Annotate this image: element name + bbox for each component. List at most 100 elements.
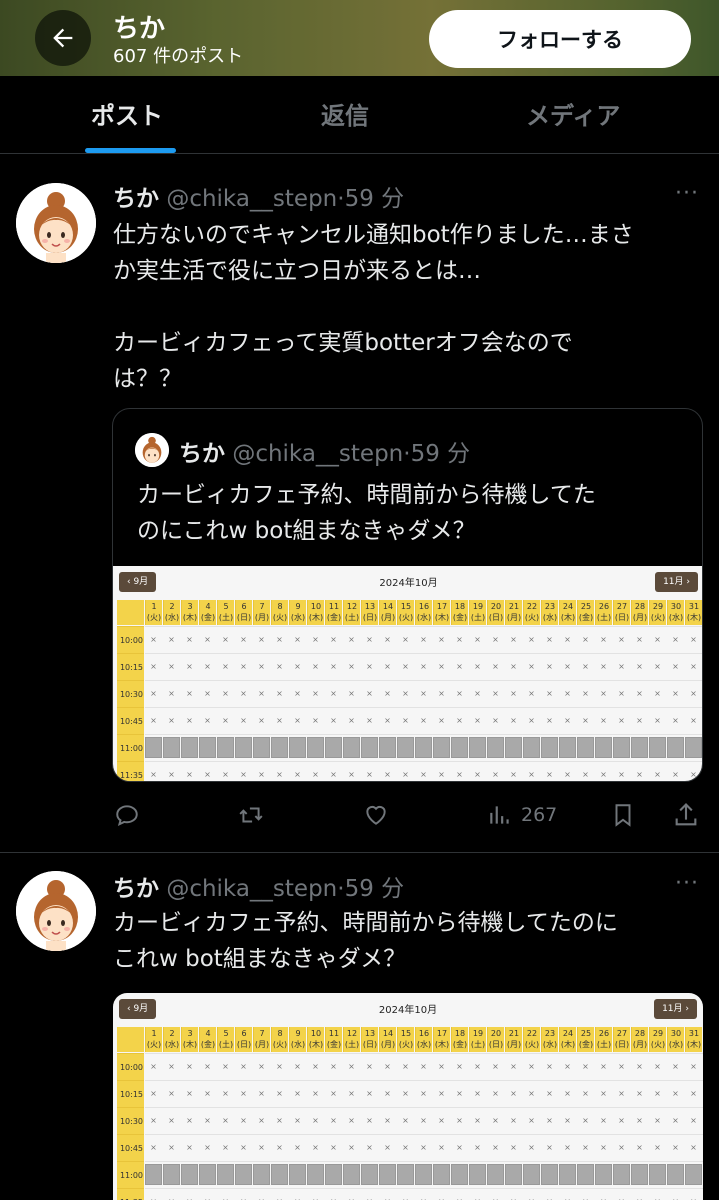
slot-cell: × — [654, 689, 661, 698]
slot-cell: × — [384, 716, 391, 725]
slot-cell: × — [420, 716, 427, 725]
row-divider — [145, 734, 702, 735]
slot-cell: × — [672, 716, 679, 725]
day-header: 17 (木) — [433, 600, 450, 625]
post-2[interactable]: ちか @chika__stepn·59 分 ··· カービィカフェ予約、時間前か… — [0, 853, 719, 1200]
unavailable-slot — [271, 737, 288, 758]
slot-cell: × — [330, 1062, 337, 1071]
slot-cell: × — [546, 770, 553, 779]
unavailable-slot — [235, 1164, 252, 1185]
slot-cell: × — [564, 1089, 571, 1098]
slot-cell: × — [654, 662, 661, 671]
views-button[interactable]: 267 — [487, 795, 557, 835]
slot-cell: × — [456, 1062, 463, 1071]
time-label: 10:30 — [117, 1107, 144, 1134]
like-button[interactable] — [362, 795, 390, 835]
post-1[interactable]: ちか @chika__stepn·59 分 ··· 仕方ないのでキャンセル通知b… — [0, 155, 719, 852]
share-button[interactable] — [672, 795, 700, 835]
slot-cell: × — [294, 1089, 301, 1098]
slot-cell: × — [690, 662, 697, 671]
unavailable-slot — [505, 1164, 522, 1185]
avatar[interactable] — [16, 871, 96, 951]
slot-cell: × — [510, 770, 517, 779]
time-label: 10:45 — [117, 707, 144, 734]
slot-cell: × — [474, 1143, 481, 1152]
slot-cell: × — [294, 635, 301, 644]
row-divider — [145, 1053, 703, 1054]
quoted-meta: ちか @chika__stepn·59 分 — [179, 434, 470, 468]
slot-cell: × — [528, 662, 535, 671]
tab-posts[interactable]: ポスト — [91, 96, 163, 131]
slot-cell: × — [276, 770, 283, 779]
author-name[interactable]: ちか — [113, 876, 159, 902]
back-button[interactable] — [35, 10, 91, 66]
slot-cell: × — [240, 1089, 247, 1098]
slot-cell: × — [510, 716, 517, 725]
unavailable-slot — [397, 1164, 414, 1185]
slot-cell: × — [492, 716, 499, 725]
unavailable-slot — [667, 1164, 684, 1185]
slot-cell: × — [618, 770, 625, 779]
unavailable-slot — [361, 1164, 378, 1185]
unavailable-slot — [325, 737, 342, 758]
follow-button[interactable]: フォローする — [429, 10, 691, 68]
slot-cell: × — [582, 689, 589, 698]
slot-cell: × — [397, 1188, 414, 1200]
slot-cell: × — [528, 689, 535, 698]
slot-cell: × — [235, 1188, 252, 1200]
next-month-button[interactable]: 11月 › — [655, 572, 698, 592]
slot-cell: × — [294, 716, 301, 725]
slot-cell: × — [294, 1143, 301, 1152]
post-count: 607 件のポスト — [113, 46, 244, 67]
unavailable-slot — [289, 737, 306, 758]
unavailable-slot — [163, 737, 180, 758]
time-label: 11:00 — [117, 734, 144, 761]
slot-cell: × — [204, 716, 211, 725]
bookmark-button[interactable] — [610, 795, 636, 835]
slot-cell: × — [487, 1188, 504, 1200]
slot-cell: × — [451, 1188, 468, 1200]
slot-cell: × — [690, 1089, 697, 1098]
avatar[interactable] — [16, 183, 96, 263]
unavailable-slot — [685, 737, 702, 758]
reservation-calendar-image[interactable]: ‹ 9月 2024年10月 11月 › 1 (火) 2 (水) 3 (木) 4 (金) 5 (… — [113, 566, 702, 781]
slot-cell: × — [150, 689, 157, 698]
avatar-image — [135, 433, 169, 467]
author-handle[interactable]: @chika__stepn — [166, 186, 337, 212]
reply-button[interactable] — [114, 795, 140, 835]
day-header: 3 (木) — [181, 1027, 198, 1052]
slot-cell: × — [492, 1062, 499, 1071]
slot-cell: × — [541, 1188, 558, 1200]
slot-cell: × — [204, 689, 211, 698]
slot-cell: × — [402, 770, 409, 779]
more-options-icon[interactable]: ··· — [675, 871, 699, 896]
post-time[interactable]: 59 分 — [345, 186, 405, 212]
tab-media[interactable]: メディア — [526, 96, 620, 131]
slot-cell: × — [276, 635, 283, 644]
slot-cell: × — [613, 1188, 630, 1200]
slot-cell: × — [168, 1089, 175, 1098]
tab-replies[interactable]: 返信 — [321, 96, 369, 131]
author-handle[interactable]: @chika__stepn — [166, 876, 337, 902]
unavailable-slot — [163, 1164, 180, 1185]
slot-cell: × — [438, 716, 445, 725]
quoted-post[interactable]: ちか @chika__stepn·59 分 カービィカフェ予約、時間前から待機し… — [112, 408, 703, 782]
time-label: 10:00 — [117, 626, 144, 653]
author-name[interactable]: ちか — [113, 186, 159, 212]
profile-tabs: ポスト 返信 メディア — [0, 76, 719, 154]
avatar-image — [16, 183, 96, 263]
more-options-icon[interactable]: ··· — [675, 181, 699, 206]
reservation-calendar-image[interactable]: ‹ 9月 2024年10月 11月 › 1 (火) 2 (水) 3 (木) 4 (金) 5 (… — [113, 993, 703, 1200]
slot-cell: × — [258, 662, 265, 671]
slot-cell: × — [204, 1089, 211, 1098]
slot-cell: × — [240, 770, 247, 779]
slot-cell: × — [348, 1062, 355, 1071]
repost-button[interactable] — [236, 795, 266, 835]
post-time[interactable]: 59 分 — [345, 876, 405, 902]
day-header: 11 (金) — [325, 600, 342, 625]
slot-cell: × — [618, 716, 625, 725]
day-header: 4 (金) — [199, 1027, 216, 1052]
day-header: 27 (日) — [613, 1027, 630, 1052]
next-month-button[interactable]: 11月 › — [654, 999, 697, 1019]
slot-cell: × — [618, 1089, 625, 1098]
